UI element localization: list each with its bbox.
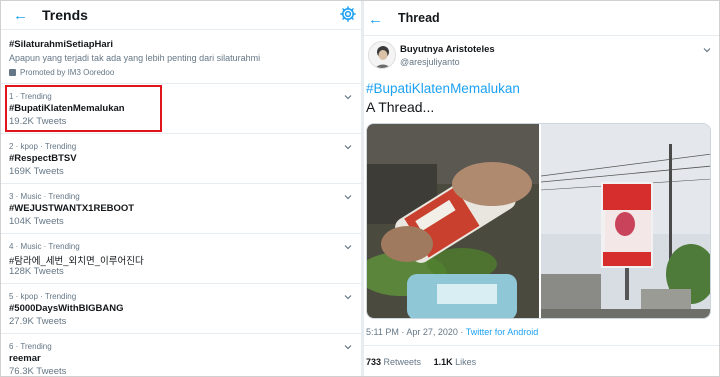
trend-name: #탐라에_세번_외치면_이루어진다 — [9, 256, 144, 267]
tweet-stats: 733 Retweets 1.1K Likes — [366, 357, 476, 367]
trend-item[interactable]: 5 · kpop · Trending #5000DaysWithBIGBANG… — [1, 284, 361, 334]
trends-header: ← Trends — [1, 1, 361, 30]
thread-header: ← Thread — [364, 1, 719, 36]
avatar-image — [369, 42, 395, 68]
retweet-label[interactable]: Retweets — [381, 357, 422, 367]
trend-count: 27.9K Tweets — [9, 316, 67, 327]
trend-name: reemar — [9, 353, 41, 364]
tweet-author[interactable]: Buyutnya Aristoteles — [400, 44, 495, 55]
chevron-down-icon[interactable] — [343, 242, 353, 252]
retweet-count[interactable]: 733 — [366, 357, 381, 367]
trend-name: #SilaturahmiSetiapHari — [9, 39, 114, 50]
trend-count: 169K Tweets — [9, 166, 64, 177]
trend-name: #WEJUSTWANTX1REBOOT — [9, 203, 135, 214]
thread-panel: ← Thread Buyutnya Aristoteles @aresjuliy… — [364, 1, 719, 376]
trend-name: #5000DaysWithBIGBANG — [9, 303, 124, 314]
trend-count: 128K Tweets — [9, 266, 64, 277]
trend-count: 76.3K Tweets — [9, 366, 67, 376]
trend-item[interactable]: 3 · Music · Trending #WEJUSTWANTX1REBOOT… — [1, 184, 361, 234]
chevron-down-icon[interactable] — [343, 142, 353, 152]
promoted-by-label: Promoted by IM3 Ooredoo — [20, 68, 115, 77]
tweet-handle[interactable]: @aresjuliyanto — [400, 57, 460, 67]
chevron-down-icon[interactable] — [343, 192, 353, 202]
promoted-by: Promoted by IM3 Ooredoo — [9, 68, 114, 77]
trend-meta: 2 · kpop · Trending — [9, 142, 77, 151]
like-count[interactable]: 1.1K — [434, 357, 453, 367]
trend-meta: 6 · Trending — [9, 342, 52, 351]
tweet-photo-hand-sanitizer[interactable] — [367, 124, 539, 319]
trend-item[interactable]: 6 · Trending reemar 76.3K Tweets — [1, 334, 361, 376]
trend-item[interactable]: 2 · kpop · Trending #RespectBTSV 169K Tw… — [1, 134, 361, 184]
tweet-timestamp: 5:11 PM · Apr 27, 2020 · Twitter for And… — [366, 327, 538, 337]
trend-meta: 3 · Music · Trending — [9, 192, 80, 201]
trend-meta: 4 · Music · Trending — [9, 242, 80, 251]
trends-panel: ← Trends #SilaturahmiSetiapHari Apapun y… — [1, 1, 361, 376]
trend-count: 104K Tweets — [9, 216, 64, 227]
like-label[interactable]: Likes — [453, 357, 476, 367]
page-title: Trends — [42, 7, 88, 23]
chevron-down-icon[interactable] — [702, 45, 712, 55]
tweet-media[interactable] — [366, 123, 711, 319]
tweet-source-link[interactable]: Twitter for Android — [466, 327, 539, 337]
promoted-description: Apapun yang terjadi tak ada yang lebih p… — [9, 53, 261, 63]
avatar[interactable] — [368, 41, 396, 69]
highlight-box — [5, 85, 162, 132]
trend-meta: 5 · kpop · Trending — [9, 292, 77, 301]
tweet-hashtag[interactable]: #BupatiKlatenMemalukan — [366, 81, 520, 96]
tweet-text: A Thread... — [366, 99, 435, 115]
tweet-date: 5:11 PM · Apr 27, 2020 · — [366, 327, 466, 337]
back-arrow-icon[interactable]: ← — [368, 11, 383, 28]
page-title: Thread — [398, 11, 440, 25]
chevron-down-icon[interactable] — [343, 292, 353, 302]
back-arrow-icon[interactable]: ← — [13, 7, 28, 24]
promoted-trend[interactable]: #SilaturahmiSetiapHari Apapun yang terja… — [1, 30, 361, 84]
gear-icon[interactable] — [339, 5, 357, 23]
trend-name: #RespectBTSV — [9, 153, 77, 164]
chevron-down-icon[interactable] — [343, 92, 353, 102]
tweet-photo-billboard[interactable] — [541, 124, 711, 319]
trend-item[interactable]: 4 · Music · Trending #탐라에_세번_외치면_이루어진다 1… — [1, 234, 361, 284]
chevron-down-icon[interactable] — [343, 342, 353, 352]
stats-divider — [364, 345, 719, 346]
promoted-icon — [9, 69, 16, 76]
